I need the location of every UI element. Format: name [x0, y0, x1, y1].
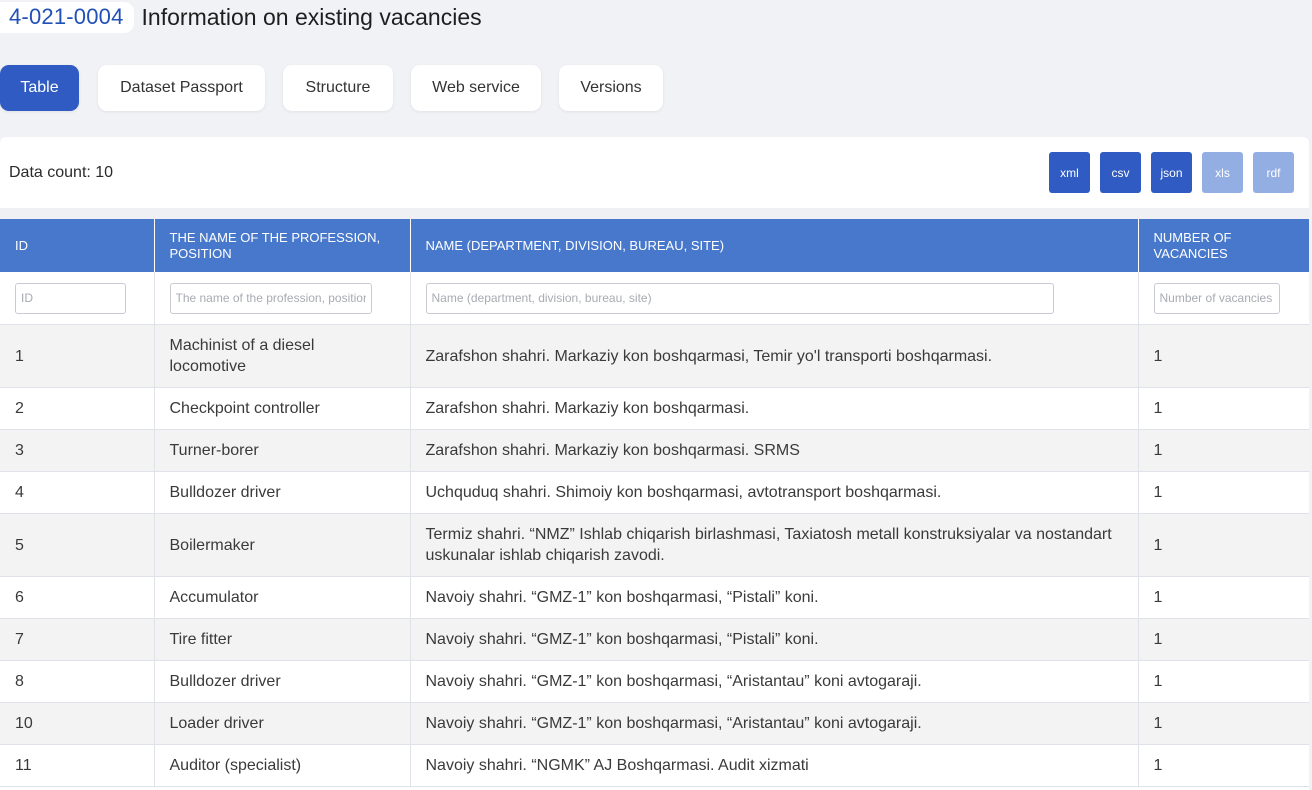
- cell-profession: Loader driver: [154, 702, 411, 745]
- column-header-vacancies[interactable]: Number of vacancies: [1138, 219, 1309, 272]
- cell-profession: Checkpoint controller: [154, 387, 411, 430]
- cell-id: 5: [0, 513, 155, 577]
- cell-profession: Accumulator: [154, 576, 411, 619]
- vacancies-table: ID The name of the profession, position …: [0, 219, 1309, 787]
- table-row[interactable]: 8 Bulldozer driver Navoiy shahri. “GMZ-1…: [0, 660, 1309, 703]
- export-buttons: xml csv json xls rdf: [1049, 152, 1294, 193]
- cell-id: 10: [0, 702, 155, 745]
- cell-vacancies: 1: [1138, 744, 1309, 787]
- page-title: Information on existing vacancies: [141, 3, 482, 30]
- cell-department: Navoiy shahri. “GMZ-1” kon boshqarmasi, …: [410, 660, 1139, 703]
- table-header-row: ID The name of the profession, position …: [0, 219, 1309, 272]
- export-csv-button[interactable]: csv: [1100, 152, 1141, 193]
- cell-id: 4: [0, 471, 155, 514]
- filter-department-input[interactable]: [425, 282, 1054, 314]
- cell-department: Navoiy shahri. “GMZ-1” kon boshqarmasi, …: [410, 702, 1139, 745]
- cell-profession: Turner-borer: [154, 429, 411, 472]
- cell-department: Navoiy shahri. “GMZ-1” kon boshqarmasi, …: [410, 576, 1139, 619]
- export-rdf-button[interactable]: rdf: [1253, 152, 1294, 193]
- export-json-button[interactable]: json: [1151, 152, 1192, 193]
- cell-vacancies: 1: [1138, 471, 1309, 514]
- cell-vacancies: 1: [1138, 513, 1309, 577]
- cell-vacancies: 1: [1138, 660, 1309, 703]
- page-header: 4-021-0004 Information on existing vacan…: [0, 0, 482, 34]
- cell-department: Zarafshon shahri. Markaziy kon boshqarma…: [410, 324, 1139, 388]
- table-row[interactable]: 2 Checkpoint controller Zarafshon shahri…: [0, 387, 1309, 430]
- column-header-department[interactable]: Name (department, division, bureau, site…: [410, 219, 1139, 272]
- cell-vacancies: 1: [1138, 429, 1309, 472]
- tab-dataset-passport[interactable]: Dataset Passport: [98, 65, 265, 111]
- cell-id: 11: [0, 744, 155, 787]
- export-xml-button[interactable]: xml: [1049, 152, 1090, 193]
- cell-department: Navoiy shahri. “GMZ-1” kon boshqarmasi, …: [410, 618, 1139, 661]
- column-header-profession[interactable]: The name of the profession, position: [154, 219, 411, 272]
- divider: [0, 208, 1309, 219]
- filter-profession-input[interactable]: [169, 282, 372, 314]
- data-count: Data count: 10: [9, 164, 114, 181]
- tab-structure[interactable]: Structure: [283, 65, 393, 111]
- tab-web-service[interactable]: Web service: [411, 65, 541, 111]
- cell-id: 1: [0, 324, 155, 388]
- filter-vacancies-input[interactable]: [1153, 282, 1280, 314]
- cell-department: Zarafshon shahri. Markaziy kon boshqarma…: [410, 429, 1139, 472]
- table-row[interactable]: 5 Boilermaker Termiz shahri. “NMZ” Ishla…: [0, 513, 1309, 577]
- cell-profession: Bulldozer driver: [154, 471, 411, 514]
- tab-versions[interactable]: Versions: [559, 65, 663, 111]
- cell-vacancies: 1: [1138, 387, 1309, 430]
- column-header-id[interactable]: ID: [0, 219, 155, 272]
- cell-id: 6: [0, 576, 155, 619]
- cell-department: Uchquduq shahri. Shimoiy kon boshqarmasi…: [410, 471, 1139, 514]
- table-row[interactable]: 11 Auditor (specialist) Navoiy shahri. “…: [0, 744, 1309, 787]
- tab-table[interactable]: Table: [0, 65, 79, 111]
- filter-row: [0, 272, 1309, 325]
- cell-profession: Tire fitter: [154, 618, 411, 661]
- table-row[interactable]: 3 Turner-borer Zarafshon shahri. Markazi…: [0, 429, 1309, 472]
- table-row[interactable]: 4 Bulldozer driver Uchquduq shahri. Shim…: [0, 471, 1309, 514]
- cell-id: 8: [0, 660, 155, 703]
- cell-id: 7: [0, 618, 155, 661]
- cell-profession: Auditor (specialist): [154, 744, 411, 787]
- table-row[interactable]: 7 Tire fitter Navoiy shahri. “GMZ-1” kon…: [0, 618, 1309, 661]
- cell-vacancies: 1: [1138, 618, 1309, 661]
- cell-vacancies: 1: [1138, 324, 1309, 388]
- cell-profession: Machinist of a diesel locomotive: [154, 324, 411, 388]
- cell-id: 2: [0, 387, 155, 430]
- cell-department: Navoiy shahri. “NGMK” AJ Boshqarmasi. Au…: [410, 744, 1139, 787]
- table-panel: Data count: 10 xml csv json xls rdf ID T…: [0, 137, 1309, 790]
- cell-department: Zarafshon shahri. Markaziy kon boshqarma…: [410, 387, 1139, 430]
- cell-id: 3: [0, 429, 155, 472]
- cell-vacancies: 1: [1138, 702, 1309, 745]
- table-row[interactable]: 1 Machinist of a diesel locomotive Zaraf…: [0, 324, 1309, 388]
- table-row[interactable]: 6 Accumulator Navoiy shahri. “GMZ-1” kon…: [0, 576, 1309, 619]
- filter-id-input[interactable]: [15, 282, 126, 314]
- tab-bar: Table Dataset Passport Structure Web ser…: [0, 65, 663, 111]
- table-row[interactable]: 10 Loader driver Navoiy shahri. “GMZ-1” …: [0, 702, 1309, 745]
- cell-department: Termiz shahri. “NMZ” Ishlab chiqarish bi…: [410, 513, 1139, 577]
- cell-profession: Boilermaker: [154, 513, 411, 577]
- dataset-code-badge: 4-021-0004: [0, 1, 134, 33]
- cell-profession: Bulldozer driver: [154, 660, 411, 703]
- export-xls-button[interactable]: xls: [1202, 152, 1243, 193]
- cell-vacancies: 1: [1138, 576, 1309, 619]
